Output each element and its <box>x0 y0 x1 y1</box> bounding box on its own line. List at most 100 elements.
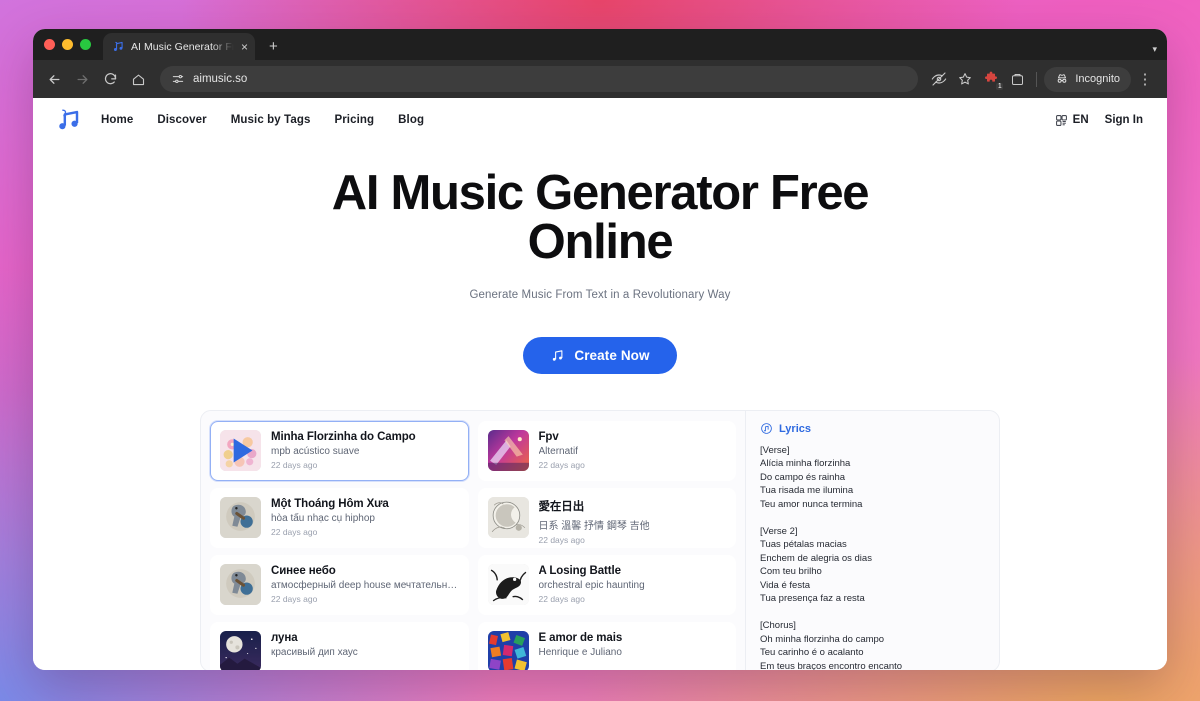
incognito-label: Incognito <box>1075 73 1120 85</box>
album-art-thumbnail[interactable] <box>220 497 261 538</box>
forward-button[interactable] <box>69 66 95 92</box>
tab-list-chevron-down-icon[interactable]: ▾ <box>1152 44 1157 55</box>
showcase-panel: Minha Florzinha do Campo mpb acústico sua… <box>200 410 1000 670</box>
language-label: EN <box>1072 114 1089 126</box>
song-tags: 日系 溫馨 抒情 鋼琴 吉他 <box>538 521 650 532</box>
browser-tab[interactable]: AI Music Generator Free Onlin × <box>103 33 255 60</box>
browser-window: AI Music Generator Free Onlin × + ▾ <box>33 29 1167 670</box>
album-art-thumbnail[interactable] <box>220 564 261 605</box>
sign-in-button[interactable]: Sign In <box>1105 114 1143 126</box>
close-tab-button[interactable]: × <box>240 41 249 53</box>
maximize-window-button[interactable] <box>80 39 91 50</box>
minimize-window-button[interactable] <box>62 39 73 50</box>
nav-item-blog[interactable]: Blog <box>398 114 424 126</box>
song-title: Minha Florzinha do Campo <box>271 431 416 443</box>
song-meta: Синее небо атмосферный deep house мечтате… <box>271 564 459 604</box>
song-meta: Một Thoáng Hôm Xưa hòa tấu nhạc cụ hiphop… <box>271 497 459 537</box>
extension-count-badge: 1 <box>995 82 1005 91</box>
reload-button[interactable] <box>97 66 123 92</box>
music-note-icon <box>550 348 565 363</box>
browser-tab-strip: AI Music Generator Free Onlin × + ▾ <box>33 29 1167 60</box>
site-nav-right: EN Sign In <box>1055 114 1143 127</box>
browser-tab-title: AI Music Generator Free Onlin <box>131 40 234 53</box>
extensions-puzzle-icon[interactable]: 1 <box>979 67 1005 91</box>
song-date: 22 days ago <box>271 460 318 470</box>
song-date: 22 days ago <box>271 594 318 604</box>
create-now-button[interactable]: Create Now <box>523 337 677 374</box>
play-button-icon[interactable] <box>220 430 261 471</box>
back-button[interactable] <box>41 66 67 92</box>
song-title: Синее небо <box>271 565 336 577</box>
song-tags: Alternatif <box>538 446 578 457</box>
site-header: Home Discover Music by Tags Pricing Blog… <box>33 98 1167 142</box>
song-tags: атмосферный deep house мечтательный <box>271 580 459 591</box>
song-card[interactable]: Một Thoáng Hôm Xưa hòa tấu nhạc cụ hiphop… <box>210 488 469 548</box>
song-title: Một Thoáng Hôm Xưa <box>271 498 389 510</box>
lyrics-panel: Lyrics [Verse] Alícia minha florzinha Do… <box>746 411 999 671</box>
song-card[interactable]: Синее небо атмосферный deep house мечтате… <box>210 555 469 615</box>
song-meta: 愛在日出日系 溫馨 抒情 鋼琴 吉他 22 days ago <box>539 497 727 545</box>
create-now-label: Create Now <box>574 348 650 363</box>
song-meta: луна красивый дип хаус <box>271 631 459 661</box>
nav-item-pricing[interactable]: Pricing <box>334 114 374 126</box>
song-meta: Fpv Alternatif 22 days ago <box>539 430 727 470</box>
song-date: 22 days ago <box>538 594 585 604</box>
tracking-protection-eye-off-icon[interactable] <box>927 67 951 91</box>
song-card[interactable]: Minha Florzinha do Campo mpb acústico sua… <box>210 421 469 481</box>
new-tab-button[interactable]: + <box>269 39 278 54</box>
split-view-icon[interactable] <box>1005 67 1029 91</box>
bookmark-star-icon[interactable] <box>953 67 977 91</box>
nav-item-home[interactable]: Home <box>101 114 133 126</box>
song-title: 愛在日出 <box>538 501 585 513</box>
language-selector[interactable]: EN <box>1055 114 1089 127</box>
site-settings-icon[interactable] <box>171 72 185 86</box>
song-meta: A Losing Battle orchestral epic haunting 2… <box>539 564 727 604</box>
nav-item-music-by-tags[interactable]: Music by Tags <box>231 114 311 126</box>
favicon-music-note-icon <box>111 40 125 54</box>
song-tags: mpb acústico suave <box>271 446 360 457</box>
browser-menu-button[interactable]: ⋮ <box>1133 67 1157 91</box>
song-tags: красивый дип хаус <box>271 647 358 658</box>
song-date: 22 days ago <box>271 527 318 537</box>
song-card[interactable]: Fpv Alternatif 22 days ago <box>477 421 736 481</box>
album-art-thumbnail[interactable] <box>487 497 529 538</box>
album-art-thumbnail[interactable] <box>487 631 529 670</box>
page-viewport: Home Discover Music by Tags Pricing Blog… <box>33 98 1167 670</box>
song-title: É amor de mais <box>538 632 623 644</box>
address-bar[interactable]: aimusic.so <box>160 66 919 92</box>
song-date: 22 days ago <box>538 460 585 470</box>
song-tags: Henrique e Juliano <box>538 647 622 658</box>
nav-item-discover[interactable]: Discover <box>157 114 206 126</box>
incognito-indicator[interactable]: Incognito <box>1044 66 1131 92</box>
language-grid-icon <box>1055 114 1067 126</box>
song-list[interactable]: Minha Florzinha do Campo mpb acústico sua… <box>201 411 746 670</box>
song-card[interactable]: É amor de mais Henrique e Juliano <box>477 622 736 670</box>
song-meta: Minha Florzinha do Campo mpb acústico sua… <box>271 430 459 470</box>
home-button[interactable] <box>125 66 151 92</box>
tab-strip-right-controls: ▾ <box>1152 44 1167 60</box>
song-tags: orchestral epic haunting <box>538 580 645 591</box>
song-date: 22 days ago <box>538 535 585 545</box>
album-art-thumbnail[interactable] <box>220 430 261 471</box>
site-logo-music-note-icon[interactable] <box>53 105 83 135</box>
site-nav-links: Home Discover Music by Tags Pricing Blog <box>101 114 424 126</box>
album-art-thumbnail[interactable] <box>220 631 261 670</box>
url-text: aimusic.so <box>193 73 248 85</box>
song-title: Fpv <box>538 431 559 443</box>
hero-subtitle: Generate Music From Text in a Revolution… <box>469 289 731 301</box>
window-controls <box>44 29 103 60</box>
lyrics-title: Lyrics <box>779 422 812 435</box>
song-card[interactable]: 愛在日出日系 溫馨 抒情 鋼琴 吉他 22 days ago <box>477 488 736 548</box>
song-title: луна <box>271 632 298 644</box>
album-art-thumbnail[interactable] <box>487 564 529 605</box>
album-art-thumbnail[interactable] <box>487 430 529 471</box>
toolbar-divider <box>1036 71 1038 87</box>
close-window-button[interactable] <box>44 39 55 50</box>
song-meta: É amor de mais Henrique e Juliano <box>539 631 727 661</box>
browser-toolbar: aimusic.so 1 Incognito ⋮ <box>33 60 1167 98</box>
lyrics-note-circle-icon <box>760 422 773 435</box>
song-card[interactable]: A Losing Battle orchestral epic haunting 2… <box>477 555 736 615</box>
song-card[interactable]: луна красивый дип хаус <box>210 622 469 670</box>
page-title: AI Music Generator Free Online <box>331 166 870 269</box>
lyrics-header: Lyrics <box>760 422 985 435</box>
